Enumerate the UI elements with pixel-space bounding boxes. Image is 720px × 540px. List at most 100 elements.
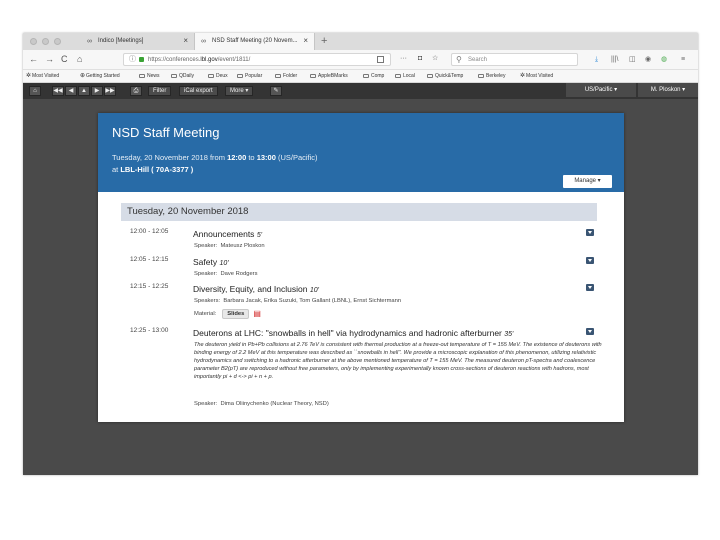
tab-title: Indico [Meetings] [98,38,144,44]
new-tab-button[interactable]: + [321,35,327,47]
speaker-line: Speakers: Barbara Jacak, Erika Suzuki, T… [194,298,402,304]
pdf-icon[interactable]: ▤ [253,310,261,318]
account-icon[interactable]: ◉ [645,55,651,64]
home-icon[interactable]: ⌂ [29,86,41,96]
browser-window: ∞ Indico [Meetings] × ∞ NSD Staff Meetin… [23,33,698,475]
bookmark-qdaily[interactable]: QDaily [171,73,194,79]
indico-icon: ∞ [87,38,92,45]
download-icon[interactable]: ⤓ [595,55,598,64]
manage-button[interactable]: Manage ▾ [563,175,612,188]
ical-export-button[interactable]: iCal export [179,86,218,96]
print-icon[interactable]: ⎙ [130,86,142,96]
page-actions-icon[interactable]: ··· [400,54,407,64]
navigation-bar: ← → C ⌂ ⓘ https://conferences.lbl.gov/ev… [23,50,698,70]
indico-icon: ∞ [201,38,206,45]
user-menu[interactable]: M. Ploskon ▾ [638,83,698,97]
folder-icon [427,74,433,78]
forward-icon[interactable]: → [45,54,54,64]
globe-icon: ⊕ [80,73,86,79]
menu-icon[interactable]: ≡ [681,55,685,64]
edit-icon[interactable]: ✎ [270,86,282,96]
library-icon[interactable]: |||\ [611,55,618,64]
timezone-selector[interactable]: US/Pacific ▾ [566,83,636,97]
folder-icon [363,74,369,78]
bookmarks-bar: ✲Most Visited ⊕Getting Started News QDai… [23,70,698,83]
contribution-time: 12:25 - 13:00 [130,327,169,334]
contribution-title[interactable]: Deuterons at LHC: "snowballs in hell" vi… [193,328,513,340]
bookmark-getting-started[interactable]: ⊕Getting Started [80,73,120,79]
contribution-title[interactable]: Diversity, Equity, and Inclusion 10' [193,284,319,296]
tab-bar: ∞ Indico [Meetings] × ∞ NSD Staff Meetin… [23,33,698,50]
tab-indico-meetings[interactable]: ∞ Indico [Meetings] × [81,33,194,50]
search-icon: ⚲ [456,55,462,64]
back-icon[interactable]: ← [29,54,38,64]
search-placeholder: Search [468,57,488,63]
url-text: https://conferences.lbl.gov/event/1811/ [148,57,251,63]
sidebar-icon[interactable]: ◫ [629,55,636,64]
indico-toolbar: ⌂ ◀◀ ◀ ▲ ▶ ▶▶ ⎙ Filter iCal export More … [23,83,698,99]
bookmark-quick-temp[interactable]: Quick&Temp [427,73,463,79]
gear-icon: ✲ [26,73,32,79]
folder-icon [171,74,177,78]
last-event-icon[interactable]: ▶▶ [104,86,116,96]
download-menu-icon[interactable] [586,257,594,264]
close-tab-icon[interactable]: × [183,37,188,45]
url-bar[interactable]: ⓘ https://conferences.lbl.gov/event/1811… [123,53,391,66]
tab-nsd-staff-meeting[interactable]: ∞ NSD Staff Meeting (20 Novem... × [194,33,315,50]
folder-icon [275,74,281,78]
contribution-title[interactable]: Announcements 5' [193,229,262,241]
gear-icon: ✲ [520,73,526,79]
event-title: NSD Staff Meeting [112,125,220,140]
home-icon[interactable]: ⌂ [77,54,82,64]
speaker-line: Speaker: Dima Oliinychenko (Nuclear Theo… [194,401,329,407]
bookmark-news[interactable]: News [139,73,160,79]
event-location: at LBL-Hill ( 70A-3377 ) [112,165,194,174]
bookmark-berkeley[interactable]: Berkeley [478,73,505,79]
folder-icon [237,74,243,78]
contribution-description: The deuteron yield in Pb+Pb collisions a… [194,342,602,380]
download-menu-icon[interactable] [586,284,594,291]
filter-button[interactable]: Filter [148,86,172,96]
material-line: Material: Slides ▤ [194,309,261,319]
bookmark-comp[interactable]: Comp [363,73,384,79]
event-card: NSD Staff Meeting Tuesday, 20 November 2… [98,113,624,422]
folder-icon [208,74,214,78]
download-menu-icon[interactable] [586,229,594,236]
lock-icon [139,57,144,62]
bookmark-popular[interactable]: Popular [237,73,262,79]
contribution-time: 12:05 - 12:15 [130,256,169,263]
previous-event-icon[interactable]: ◀ [65,86,77,96]
first-event-icon[interactable]: ◀◀ [52,86,64,96]
more-button[interactable]: More ▾ [225,86,254,96]
bookmark-local[interactable]: Local [395,73,415,79]
bookmark-applebmarks[interactable]: AppleBMarks [310,73,348,79]
reload-icon[interactable]: C [61,54,68,64]
bookmark-most-visited-2[interactable]: ✲Most Visited [520,73,553,79]
slides-button[interactable]: Slides [222,309,250,319]
close-window-button[interactable] [30,38,37,45]
bookmark-star-icon[interactable]: ☆ [432,54,438,64]
folder-icon [395,74,401,78]
minimize-window-button[interactable] [42,38,49,45]
bookmark-most-visited[interactable]: ✲Most Visited [26,73,59,79]
contribution-time: 12:00 - 12:05 [130,228,169,235]
folder-icon [478,74,484,78]
folder-icon [139,74,145,78]
contribution-title[interactable]: Safety 10' [193,257,229,269]
extension-icon[interactable]: ◍ [661,55,667,64]
tab-title: NSD Staff Meeting (20 Novem... [212,38,298,44]
zoom-window-button[interactable] [54,38,61,45]
search-input[interactable]: ⚲ Search [451,53,578,66]
close-tab-icon[interactable]: × [303,37,308,45]
download-menu-icon[interactable] [586,328,594,335]
up-category-icon[interactable]: ▲ [78,86,90,96]
reader-view-icon[interactable] [377,56,384,63]
info-icon[interactable]: ⓘ [129,56,136,64]
bookmark-deux[interactable]: Deux [208,73,228,79]
bookmark-folder[interactable]: Folder [275,73,297,79]
event-header: NSD Staff Meeting Tuesday, 20 November 2… [98,113,624,192]
event-date-time: Tuesday, 20 November 2018 from 12:00 to … [112,153,318,162]
pocket-icon[interactable]: ◘ [418,54,422,64]
next-event-icon[interactable]: ▶ [91,86,103,96]
speaker-line: Speaker: Dave Rodgers [194,271,258,277]
